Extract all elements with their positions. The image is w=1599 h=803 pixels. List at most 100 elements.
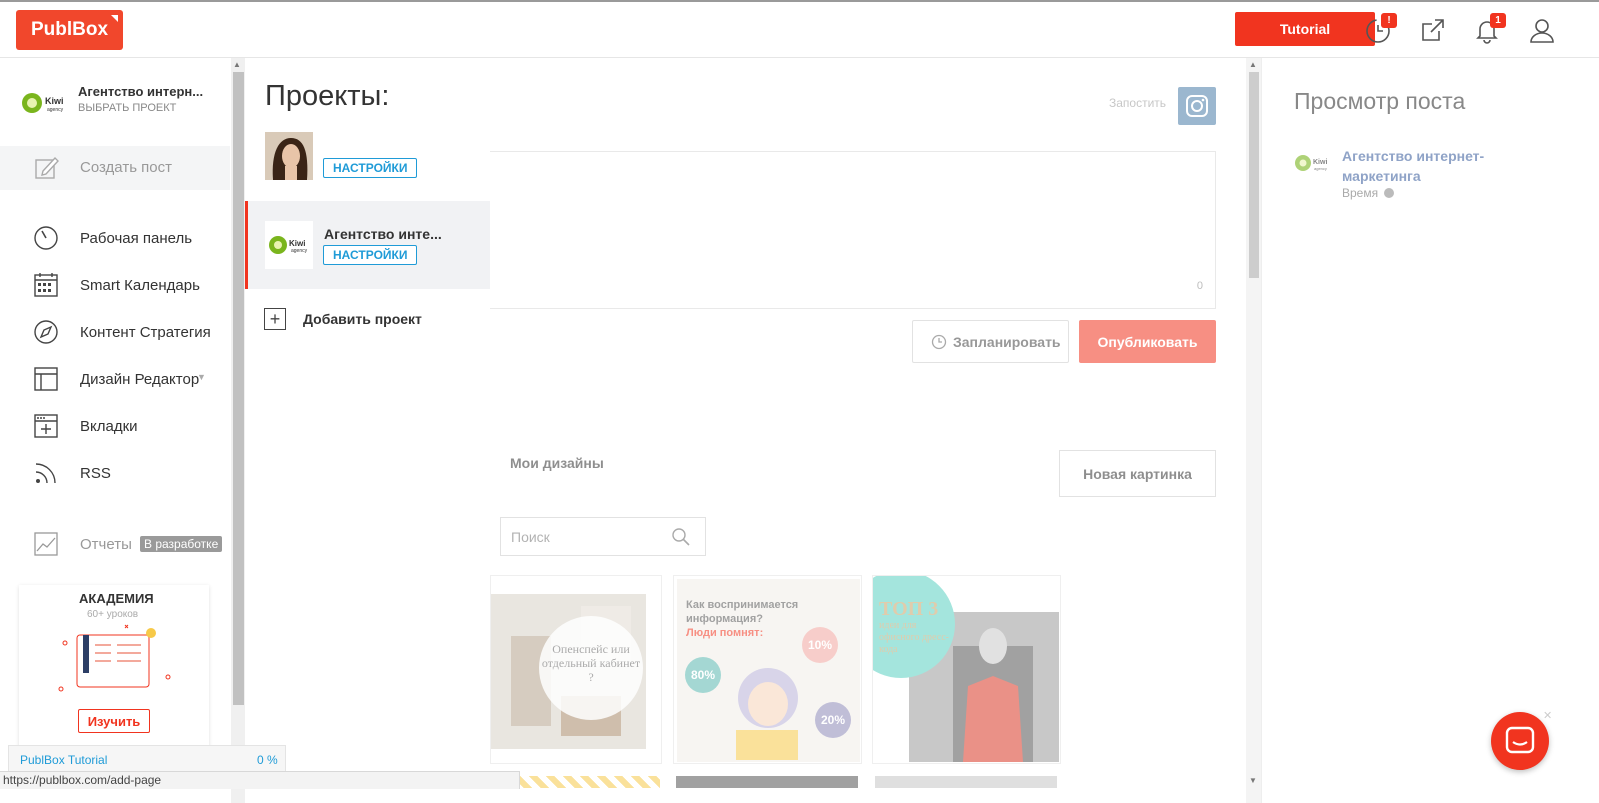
search-input[interactable] bbox=[501, 518, 671, 555]
scroll-down-arrow[interactable]: ▼ bbox=[1249, 776, 1257, 785]
tutorial-bar-label: PublBox Tutorial bbox=[20, 753, 108, 767]
tutorial-progress-bar[interactable]: PublBox Tutorial 0 % bbox=[8, 745, 286, 773]
design-card-subtitle: Люди помнят: bbox=[686, 627, 764, 639]
create-post-label: Создать пост bbox=[80, 159, 173, 176]
svg-text:Kiwi: Kiwi bbox=[45, 96, 64, 106]
design-card-text: Опенспейс или отдельный кабинет ? bbox=[541, 642, 641, 684]
post-now-label: Запостить bbox=[1109, 96, 1167, 110]
preview-account-name: Агентство интернет-маркетинга bbox=[1342, 148, 1485, 184]
publish-button[interactable]: Опубликовать bbox=[1079, 320, 1216, 363]
schedule-label: Запланировать bbox=[953, 334, 1061, 350]
nav-reports: Отчеты В разработке bbox=[0, 521, 230, 567]
chevron-down-icon[interactable]: ▼ bbox=[197, 372, 206, 382]
nav-label: Контент Стратегия bbox=[80, 323, 211, 341]
avatar bbox=[265, 132, 313, 180]
add-project-button[interactable]: + Добавить проект bbox=[245, 302, 490, 336]
design-card-subtitle: идеи для офисного дресс-кода bbox=[879, 620, 949, 655]
nav-label: Отчеты bbox=[80, 535, 132, 553]
design-card[interactable] bbox=[875, 776, 1057, 788]
tutorial-button[interactable]: Tutorial bbox=[1235, 12, 1375, 46]
layout-icon bbox=[33, 366, 59, 392]
main-scrollbar-thumb[interactable] bbox=[1249, 72, 1259, 278]
nav-dashboard[interactable]: Рабочая панель bbox=[0, 215, 230, 261]
notifications-badge: 1 bbox=[1490, 13, 1506, 28]
main-composer: Запостить 0 Запланировать Опубликовать М… bbox=[490, 58, 1246, 803]
publbox-logo[interactable]: PublBox bbox=[16, 10, 123, 50]
search-icon[interactable] bbox=[671, 527, 691, 547]
academy-subtitle: 60+ уроков bbox=[87, 609, 139, 620]
nav-content-strategy[interactable]: Контент Стратегия bbox=[0, 309, 230, 355]
chat-button[interactable] bbox=[1491, 712, 1549, 770]
calendar-icon bbox=[33, 272, 59, 298]
preview-title: Просмотр поста bbox=[1294, 88, 1466, 114]
chart-line-icon bbox=[33, 531, 59, 557]
projects-panel: Проекты: НАСТРОЙКИ Kiwi agency Агентство … bbox=[245, 58, 490, 803]
add-project-label: Добавить проект bbox=[303, 311, 422, 327]
preview-time: Время bbox=[1342, 186, 1395, 200]
chat-icon bbox=[1505, 726, 1535, 754]
nav-label: Smart Календарь bbox=[80, 276, 200, 294]
design-card-stat: 80% bbox=[691, 668, 716, 682]
nav-rss[interactable]: RSS bbox=[0, 450, 230, 496]
design-card-stat: 10% bbox=[808, 638, 833, 652]
kiwi-logo: Kiwi agency bbox=[1292, 146, 1334, 180]
external-link-icon[interactable] bbox=[1419, 16, 1447, 44]
sidebar: Kiwi agency Агентство интерн... ВЫБРАТЬ П… bbox=[0, 58, 230, 803]
user-icon[interactable] bbox=[1528, 16, 1556, 44]
sidebar-scrollbar-thumb[interactable] bbox=[233, 72, 244, 705]
char-counter: 0 bbox=[1196, 280, 1203, 292]
kiwi-logo: Kiwi agency bbox=[20, 88, 68, 118]
preview-time-label: Время bbox=[1342, 186, 1379, 200]
dashboard-icon bbox=[33, 225, 59, 251]
history-badge: ! bbox=[1381, 13, 1397, 28]
post-textarea[interactable]: 0 bbox=[490, 151, 1216, 309]
project-subtitle: ВЫБРАТЬ ПРОЕКТ bbox=[78, 102, 177, 114]
close-icon[interactable]: ✕ bbox=[1543, 709, 1552, 722]
in-development-badge: В разработке bbox=[140, 536, 223, 552]
scroll-up-arrow[interactable]: ▲ bbox=[233, 60, 241, 69]
project-selector[interactable]: Kiwi agency Агентство интерн... ВЫБРАТЬ П… bbox=[20, 84, 220, 124]
svg-text:agency: agency bbox=[1314, 166, 1327, 171]
scroll-up-arrow[interactable]: ▲ bbox=[1249, 60, 1257, 69]
kiwi-logo: Kiwi agency bbox=[265, 221, 313, 269]
post-preview-panel: Просмотр поста Kiwi agency Агентство инте… bbox=[1261, 58, 1599, 803]
design-card[interactable]: Опенспейс или отдельный кабинет ? bbox=[490, 575, 662, 764]
design-card-stat: 20% bbox=[821, 713, 846, 727]
design-card[interactable]: Как воспринимается информация? Люди помн… bbox=[673, 575, 862, 764]
nav-tabs[interactable]: Вкладки bbox=[0, 403, 230, 449]
nav-calendar[interactable]: Smart Календарь bbox=[0, 262, 230, 308]
project-item-active[interactable]: Kiwi agency Агентство инте... НАСТРОЙКИ bbox=[245, 201, 490, 289]
academy-card: АКАДЕМИЯ 60+ уроков Изучить bbox=[19, 585, 209, 755]
top-bar: PublBox Tutorial ! 1 bbox=[0, 0, 1599, 58]
tutorial-progress-value: 0 % bbox=[257, 753, 278, 767]
instagram-icon[interactable] bbox=[1178, 87, 1216, 125]
plus-icon: + bbox=[264, 308, 286, 330]
svg-text:agency: agency bbox=[291, 248, 308, 254]
academy-learn-button[interactable]: Изучить bbox=[78, 709, 150, 733]
search-box[interactable] bbox=[500, 517, 706, 556]
projects-title: Проекты: bbox=[265, 80, 390, 112]
design-card[interactable]: ТОП 3 идеи для офисного дресс-кода bbox=[872, 575, 1061, 764]
project-settings-button[interactable]: НАСТРОЙКИ bbox=[323, 245, 418, 265]
project-item[interactable]: НАСТРОЙКИ bbox=[245, 122, 490, 192]
project-name: Агентство инте... bbox=[324, 226, 442, 242]
design-card[interactable] bbox=[676, 776, 858, 788]
design-card-title: ТОП 3 bbox=[879, 598, 939, 620]
create-post-button[interactable]: Создать пост bbox=[0, 146, 230, 190]
edit-icon bbox=[33, 154, 61, 182]
book-illustration bbox=[55, 621, 175, 701]
design-card-title: Как воспринимается информация? bbox=[686, 599, 799, 625]
compass-icon bbox=[33, 319, 59, 345]
tab-my-designs[interactable]: Мои дизайны bbox=[510, 455, 604, 471]
status-bar-url: https://publbox.com/add-page bbox=[0, 771, 520, 789]
nav-design-editor[interactable]: Дизайн Редактор ▼ bbox=[0, 356, 230, 402]
project-name: Агентство интерн... bbox=[78, 84, 204, 99]
new-image-button[interactable]: Новая картинка bbox=[1059, 450, 1216, 497]
globe-icon bbox=[1384, 188, 1395, 198]
nav-label: Рабочая панель bbox=[80, 229, 193, 247]
svg-text:Kiwi: Kiwi bbox=[289, 239, 305, 248]
rss-icon bbox=[33, 460, 59, 486]
project-settings-button[interactable]: НАСТРОЙКИ bbox=[323, 158, 418, 178]
svg-text:agency: agency bbox=[47, 107, 64, 113]
schedule-button[interactable]: Запланировать bbox=[912, 320, 1069, 363]
